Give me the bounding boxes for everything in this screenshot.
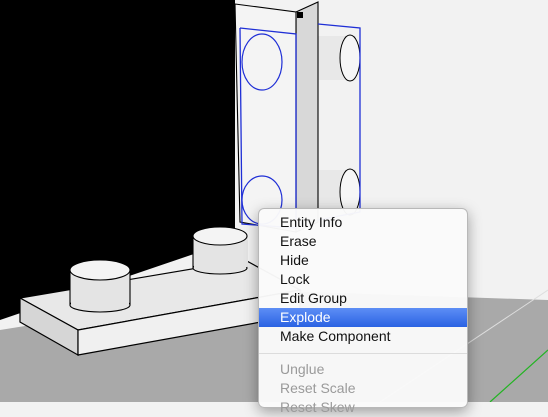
menu-separator xyxy=(259,353,467,354)
menu-item-reset-scale: Reset Scale xyxy=(280,380,356,396)
context-menu[interactable]: Entity Info Erase Hide Lock Edit Group Explod… xyxy=(258,208,468,415)
menu-item-hide[interactable]: Hide xyxy=(259,251,467,270)
menu-item-make-component[interactable]: Make Component xyxy=(259,327,467,346)
menu-item-entity-info[interactable]: Entity Info xyxy=(259,213,467,232)
menu-item-unglue: Unglue xyxy=(280,361,325,377)
menu-item-lock[interactable]: Lock xyxy=(259,270,467,289)
menu-item-edit-group[interactable]: Edit Group xyxy=(259,289,467,308)
menu-item-reset-skew: Reset Skew xyxy=(280,399,355,415)
menu-item-explode[interactable]: Explode xyxy=(259,308,467,327)
menu-item-erase[interactable]: Erase xyxy=(259,232,467,251)
